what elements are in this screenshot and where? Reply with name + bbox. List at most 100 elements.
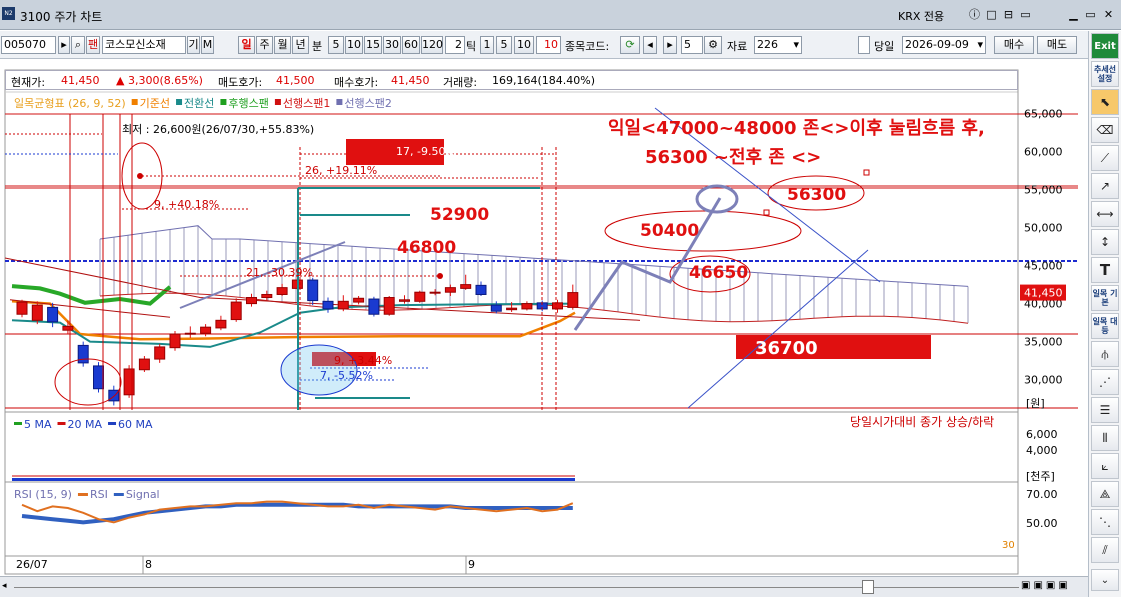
tick-1[interactable]: 1 bbox=[480, 36, 494, 54]
collapse-icon[interactable]: ⌄ bbox=[1091, 569, 1119, 591]
ichimoku-basic-button[interactable]: 일목 기본 bbox=[1091, 285, 1119, 311]
volume-bar-strip bbox=[12, 478, 575, 481]
price-unit-label: [원] bbox=[1026, 397, 1045, 410]
next-icon[interactable]: ▸ bbox=[663, 36, 677, 54]
legend-ma-item: 20 MA bbox=[68, 418, 103, 431]
price-axis-label: 35,000 bbox=[1024, 336, 1063, 349]
layout-icon[interactable]: ▭ bbox=[1019, 8, 1032, 21]
restore-icon[interactable]: □ bbox=[985, 8, 998, 21]
tab-year[interactable]: 년 bbox=[292, 36, 309, 54]
search-icon[interactable]: ⌕ bbox=[71, 36, 85, 54]
close-icon[interactable]: ✕ bbox=[1102, 8, 1115, 21]
tick-selected-input[interactable]: 10 bbox=[536, 36, 561, 54]
measure-label: 9, +40.18% bbox=[154, 198, 219, 211]
ichimoku-corr-label: 일목 대등 bbox=[1092, 317, 1118, 335]
zoom-controls[interactable]: ▣▣▣▣ bbox=[1021, 580, 1085, 594]
dropdown-arrow-icon[interactable]: ▸ bbox=[58, 36, 70, 54]
candle-body bbox=[429, 291, 441, 294]
info-icon[interactable]: ⓘ bbox=[968, 8, 981, 21]
price-chart[interactable]: 65,00060,00055,00050,00045,00040,00035,0… bbox=[0, 62, 1088, 576]
annotation-headline-1: 익일<47000~48000 존<>이후 눌림흐름 후, bbox=[608, 118, 985, 139]
volume-axis-label: 6,000 bbox=[1026, 428, 1058, 441]
price-axis-label: 55,000 bbox=[1024, 184, 1063, 197]
maximize-icon[interactable]: ▭ bbox=[1084, 8, 1097, 21]
sell-button[interactable]: 매도 bbox=[1037, 36, 1077, 54]
candle-body bbox=[322, 300, 334, 310]
fibo-fan-icon[interactable]: ⋰ bbox=[1091, 369, 1119, 395]
fan-icon[interactable]: ⫛ bbox=[1091, 341, 1119, 367]
related-icon[interactable]: 팬 bbox=[86, 36, 100, 54]
gann-fan-icon[interactable]: ⟀ bbox=[1091, 453, 1119, 479]
candle-body bbox=[123, 368, 135, 396]
current-price: 41,450 bbox=[61, 74, 100, 87]
date-picker[interactable]: 2026-09-09 ▾ bbox=[902, 36, 986, 54]
bottom-scrollbar[interactable]: ◂ ▣▣▣▣ bbox=[0, 576, 1088, 597]
ask-label: 매도호가: bbox=[218, 76, 263, 89]
trendline-icon[interactable]: ⟋ bbox=[1091, 145, 1119, 171]
gann-grid-icon[interactable]: ⟁ bbox=[1091, 481, 1119, 507]
minute-60[interactable]: 60 bbox=[402, 36, 420, 54]
price-axis-label: 65,000 bbox=[1024, 108, 1063, 121]
prev-icon[interactable]: ◂ bbox=[643, 36, 657, 54]
legend-rsi-item: Signal bbox=[126, 488, 160, 501]
data-count-select[interactable]: 226 ▾ bbox=[754, 36, 802, 54]
pointer-icon[interactable]: ⬉ bbox=[1091, 89, 1119, 115]
legend-ichimoku-item: 일목균형표 (26, 9, 52) bbox=[14, 96, 126, 110]
minute-10[interactable]: 10 bbox=[345, 36, 363, 54]
legend-ma-item: 5 MA bbox=[24, 418, 52, 431]
m-button[interactable]: M bbox=[201, 36, 214, 54]
step-input[interactable]: 5 bbox=[681, 36, 703, 54]
title-bar: N2 3100 주가 차트 KRX 전용 ⓘ □ ⊟ ▭ ▁ ▭ ✕ bbox=[0, 0, 1121, 30]
scroll-thumb[interactable] bbox=[862, 580, 874, 594]
sameday-checkbox[interactable] bbox=[858, 36, 870, 54]
fibo-time-icon[interactable]: ⦀ bbox=[1091, 425, 1119, 451]
scroll-left-icon[interactable]: ◂ bbox=[2, 581, 12, 593]
minute-30[interactable]: 30 bbox=[383, 36, 401, 54]
tab-month[interactable]: 월 bbox=[274, 36, 291, 54]
price-label: 현재가: bbox=[11, 76, 46, 89]
settings-icon[interactable]: ⚙ bbox=[704, 36, 722, 54]
rsi-axis-label: 70.00 bbox=[1026, 488, 1058, 501]
code-compare-label: 종목코드: bbox=[565, 40, 610, 53]
minute-120[interactable]: 120 bbox=[421, 36, 443, 54]
legend-swatch bbox=[14, 422, 22, 425]
minute-15[interactable]: 15 bbox=[364, 36, 382, 54]
tab-week[interactable]: 주 bbox=[256, 36, 273, 54]
legend-swatch bbox=[336, 99, 343, 105]
buy-button[interactable]: 매수 bbox=[994, 36, 1034, 54]
measure-label: 7, -5.52% bbox=[320, 369, 373, 382]
tick-10[interactable]: 10 bbox=[514, 36, 534, 54]
tab-day[interactable]: 일 bbox=[238, 36, 255, 54]
price-axis-label: 50,000 bbox=[1024, 222, 1063, 235]
parallel-line-icon[interactable]: ⫽ bbox=[1091, 537, 1119, 563]
tile-icon[interactable]: ⊟ bbox=[1002, 8, 1015, 21]
tick-5[interactable]: 5 bbox=[496, 36, 512, 54]
refresh-icon[interactable]: ⟳ bbox=[620, 36, 640, 54]
minute-5[interactable]: 5 bbox=[328, 36, 344, 54]
fibo-retracement-icon[interactable]: ☰ bbox=[1091, 397, 1119, 423]
eraser-icon[interactable]: ⌫ bbox=[1091, 117, 1119, 143]
measure-label: 17, -9.50% bbox=[396, 145, 456, 158]
level-36700: 36700 bbox=[755, 338, 818, 359]
arrow-line-icon[interactable]: ↗ bbox=[1091, 173, 1119, 199]
date-value: 2026-09-09 bbox=[905, 38, 969, 51]
tick-input[interactable]: 2 bbox=[445, 36, 465, 54]
gi-button[interactable]: 기 bbox=[187, 36, 200, 54]
measure-label: 21, -30.39% bbox=[246, 266, 313, 279]
trend-settings-button[interactable]: 추세선 설정 bbox=[1091, 61, 1119, 87]
exit-button[interactable]: Exit bbox=[1091, 33, 1119, 59]
ichimoku-corr-button[interactable]: 일목 대등 bbox=[1091, 313, 1119, 339]
vertical-line-icon[interactable]: ↕ bbox=[1091, 229, 1119, 255]
stock-name-field[interactable]: 코스모신소재 bbox=[102, 36, 186, 54]
date-axis-label: 9 bbox=[468, 558, 475, 571]
text-icon[interactable]: T bbox=[1091, 257, 1119, 283]
minute-label: 분 bbox=[312, 40, 323, 53]
horizontal-line-icon[interactable]: ⟷ bbox=[1091, 201, 1119, 227]
chevron-down-icon: ▾ bbox=[793, 38, 799, 51]
candle-body bbox=[154, 346, 166, 360]
minimize-icon[interactable]: ▁ bbox=[1067, 8, 1080, 21]
drawing-toolbar: Exit 추세선 설정 ⬉ ⌫ ⟋ ↗ ⟷ ↕ T 일목 기본 일목 대등 ⫛ … bbox=[1088, 31, 1121, 597]
speed-line-icon[interactable]: ⋱ bbox=[1091, 509, 1119, 535]
level-46650: 46650 bbox=[689, 263, 748, 283]
stock-code-input[interactable]: 005070 bbox=[1, 36, 56, 54]
